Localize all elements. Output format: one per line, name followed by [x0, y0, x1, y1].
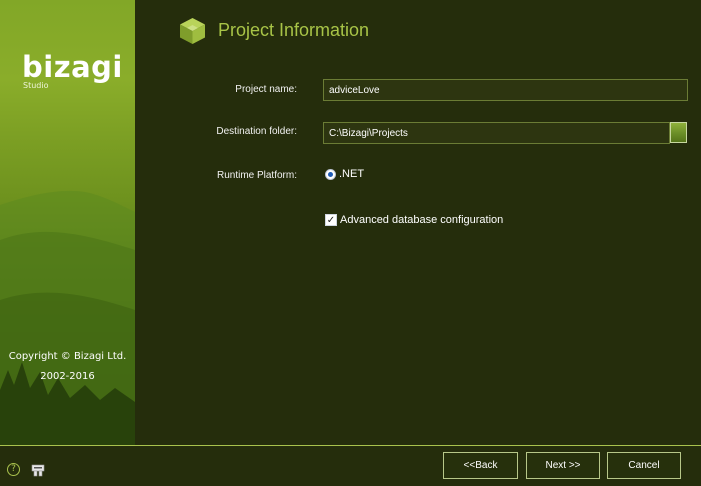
footer-divider — [0, 445, 701, 446]
radio-selected-dot — [328, 171, 333, 177]
runtime-dotnet-label[interactable]: .NET — [339, 168, 364, 180]
destination-folder-input[interactable] — [323, 122, 670, 144]
runtime-dotnet-radio[interactable] — [325, 168, 336, 180]
tools-icon[interactable] — [31, 463, 45, 477]
help-icon[interactable]: ? — [7, 463, 20, 476]
next-button[interactable]: Next >> — [526, 452, 600, 479]
project-name-input[interactable] — [323, 79, 688, 101]
cancel-button[interactable]: Cancel — [607, 452, 681, 479]
bizagi-logo: bizagi — [22, 50, 123, 84]
project-name-label: Project name: — [235, 84, 297, 95]
page-title: Project Information — [218, 20, 370, 40]
advanced-db-checkbox[interactable]: ✓ — [325, 214, 337, 226]
copyright-years: 2002-2016 — [40, 371, 95, 382]
runtime-dotnet-radio-option[interactable]: .NET — [325, 168, 364, 180]
copyright-text: Copyright © Bizagi Ltd. 2002-2016 — [0, 347, 135, 387]
advanced-db-option[interactable]: ✓ Advanced database configuration — [325, 214, 503, 226]
sidebar-banner: bizagi Studio Copyright © Bizagi Ltd. 20… — [0, 0, 135, 445]
browse-folder-button[interactable] — [670, 122, 687, 143]
back-button[interactable]: <<Back — [443, 452, 518, 479]
copyright-line: Copyright © Bizagi Ltd. — [8, 351, 127, 362]
cube-icon — [180, 18, 205, 44]
runtime-platform-label: Runtime Platform: — [216, 170, 297, 181]
destination-folder-label: Destination folder: — [216, 126, 297, 137]
advanced-db-label[interactable]: Advanced database configuration — [340, 214, 503, 226]
logo-subtitle: Studio — [23, 81, 49, 90]
